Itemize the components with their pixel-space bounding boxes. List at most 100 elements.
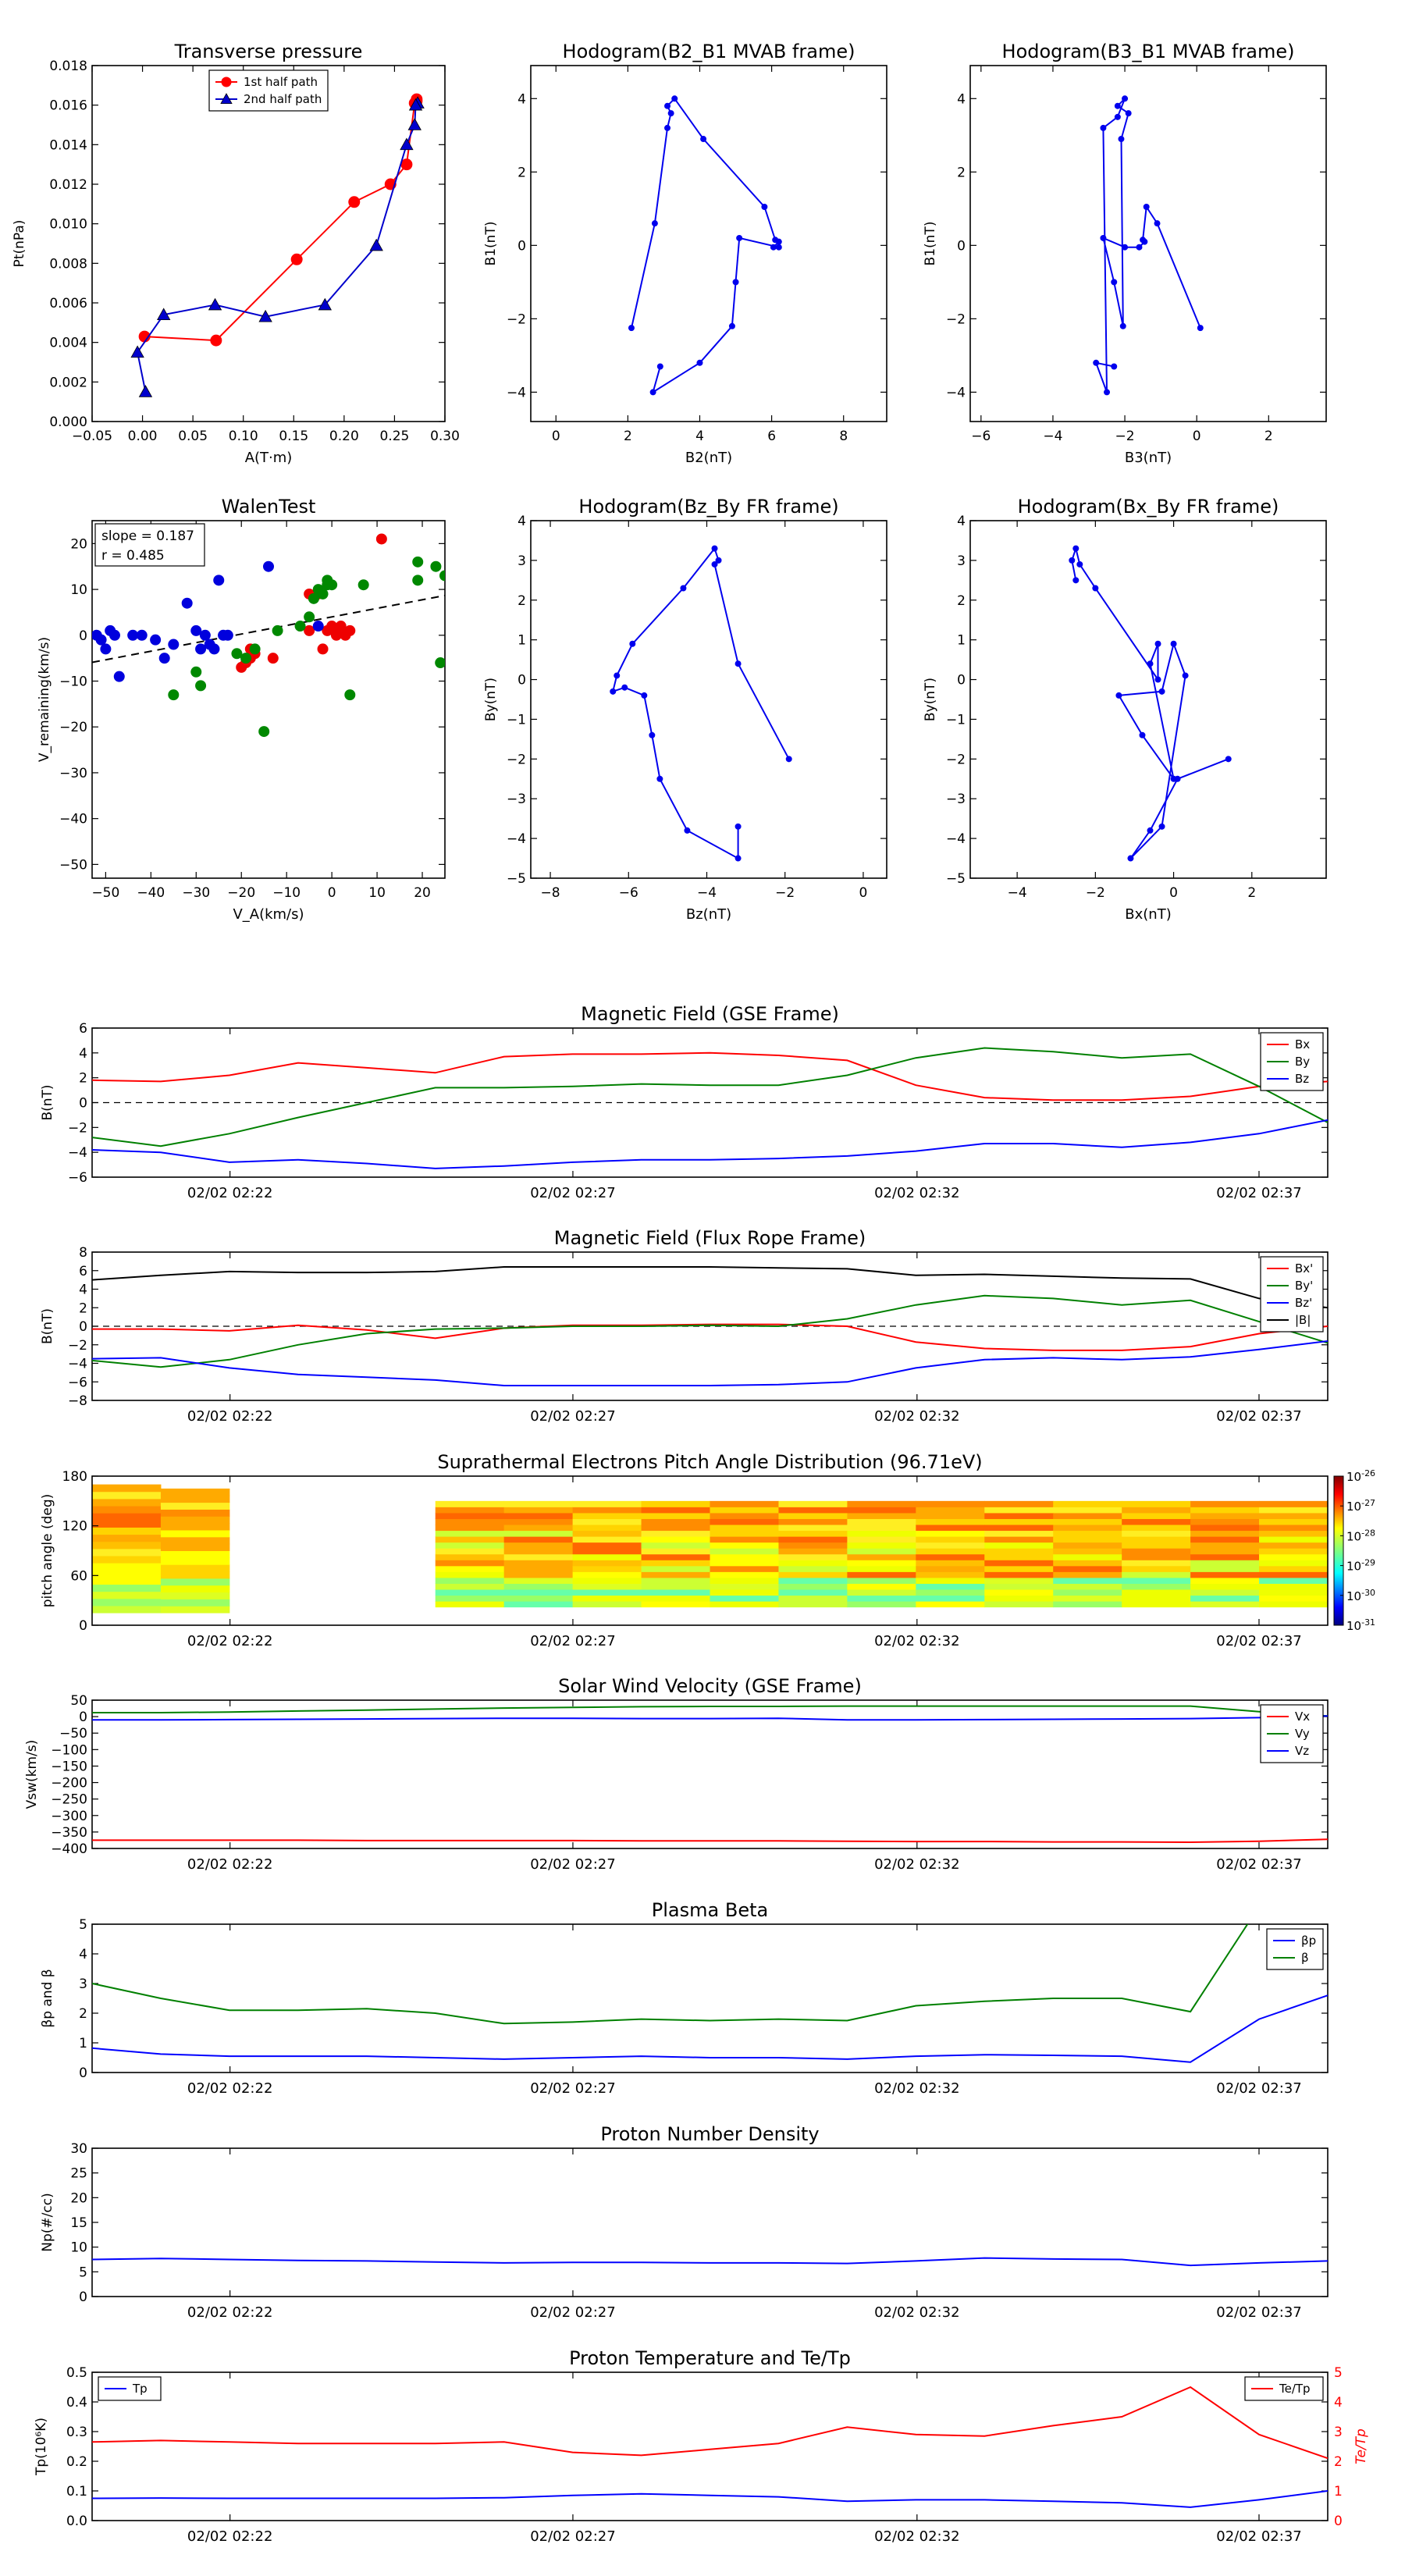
h31-path-point	[1111, 279, 1118, 286]
hxy-ytick-label: 3	[957, 553, 966, 569]
bgse-legend-label: Bx	[1295, 1037, 1310, 1051]
pad-heatmap-cell	[435, 1595, 505, 1602]
hxy-ytick-label: 1	[957, 633, 966, 649]
pad-xtick-label: 02/02 02:22	[187, 1633, 272, 1649]
vsw-series-vz	[92, 1715, 1328, 1721]
walen-data-point	[439, 570, 445, 582]
tp-xtick-label: 0.15	[279, 429, 308, 444]
pad-heatmap-cell	[710, 1601, 779, 1608]
beta-series-p	[92, 1994, 1328, 2063]
tp-legend-label: 2nd half path	[244, 92, 322, 106]
pad-heatmap-cell	[572, 1583, 642, 1590]
pad-heatmap-cell	[916, 1548, 985, 1555]
pad-heatmap-cell	[435, 1577, 505, 1584]
tp-legend-marker	[221, 76, 232, 87]
tpp-right-ytick-label: 1	[1334, 2484, 1343, 2500]
hxy-ytick-label: 4	[957, 514, 966, 529]
hxy-path-point	[1076, 560, 1083, 568]
pad-heatmap-cell	[92, 1484, 162, 1493]
pad-heatmap-cell	[778, 1553, 848, 1560]
tp-xlabel: A(T·m)	[245, 450, 293, 466]
pad-heatmap-cell	[1053, 1542, 1122, 1549]
hxy-path-point	[1170, 775, 1177, 782]
walen-ytick-label: −20	[59, 720, 87, 735]
pad-heatmap-cell	[1190, 1542, 1260, 1549]
np-xtick-label: 02/02 02:22	[187, 2304, 272, 2321]
pad-colorbar-label: 10-29	[1346, 1558, 1375, 1574]
pad-heatmap-cell	[778, 1536, 848, 1543]
pad-heatmap-cell	[1053, 1595, 1122, 1602]
pad-heatmap-cell	[1122, 1595, 1191, 1602]
pad-heatmap-cell	[916, 1560, 985, 1567]
h21-path-point	[728, 322, 735, 329]
pad-heatmap-cell	[847, 1560, 916, 1567]
beta-ytick-label: 2	[79, 2006, 87, 2022]
h21-path-point	[667, 110, 674, 117]
pad-heatmap-cell	[778, 1560, 848, 1567]
hzy-path-point	[680, 585, 687, 592]
vsw-ytick-label: −400	[51, 1841, 87, 1857]
vsw-ytick-label: −250	[51, 1792, 87, 1808]
hzy-ylabel: By(nT)	[483, 678, 499, 721]
tp-data-point	[290, 253, 303, 265]
np-xtick-label: 02/02 02:27	[530, 2304, 615, 2321]
pad-heatmap-cell	[984, 1583, 1054, 1590]
pad-colorbar-label: 10-31	[1346, 1617, 1375, 1633]
pad-heatmap-cell	[710, 1589, 779, 1596]
hxy-xlabel: Bx(nT)	[1125, 906, 1171, 923]
walen-data-point	[317, 643, 329, 655]
pad-heatmap-cell	[92, 1563, 162, 1571]
pad-heatmap-cell	[1259, 1565, 1328, 1572]
pad-heatmap-cell	[503, 1518, 574, 1525]
pad-heatmap-cell	[778, 1542, 848, 1549]
bgse-legend-label: By	[1295, 1055, 1310, 1069]
vsw-xtick-label: 02/02 02:37	[1216, 1856, 1301, 1873]
tpp-xtick-label: 02/02 02:32	[874, 2528, 959, 2545]
tpp-ytick-label: 0.1	[66, 2484, 87, 2500]
hzy-path-point	[641, 692, 648, 699]
pad-heatmap-cell	[710, 1500, 779, 1507]
pad-heatmap-cell	[1190, 1548, 1260, 1555]
hxy-path-point	[1092, 585, 1099, 592]
h21-ytick-label: 4	[518, 91, 526, 107]
pad-heatmap-cell	[1259, 1571, 1328, 1578]
pad-heatmap-cell	[984, 1542, 1054, 1549]
pad-heatmap-cell	[710, 1583, 779, 1590]
vsw-legend-label: Vz	[1295, 1744, 1309, 1758]
pad-heatmap-cell	[1122, 1525, 1191, 1532]
pad-heatmap-cell	[1122, 1542, 1191, 1549]
pad-heatmap-cell	[92, 1577, 162, 1585]
bfr-legend-label: Bx'	[1295, 1261, 1313, 1276]
pad-heatmap-cell	[984, 1536, 1054, 1543]
figure-canvas: Transverse pressure0.0000.0020.0040.0060…	[12, 41, 1375, 2545]
pad-colorbar-label: 10-27	[1346, 1498, 1375, 1514]
pad-heatmap-cell	[778, 1577, 848, 1584]
pad-heatmap-cell	[160, 1516, 230, 1524]
bfr-legend-label: By'	[1295, 1279, 1313, 1293]
bfr-xtick-label: 02/02 02:27	[530, 1408, 615, 1425]
vsw-ytick-label: 0	[79, 1710, 87, 1725]
pad-heatmap-cell	[1122, 1536, 1191, 1543]
hxy-path-point	[1139, 731, 1146, 738]
np-ytick-label: 5	[79, 2265, 87, 2280]
walen-data-point	[181, 597, 193, 609]
pad-heatmap-cell	[160, 1488, 230, 1496]
hzy-path-point	[735, 855, 742, 862]
pad-heatmap-cell	[1053, 1560, 1122, 1567]
pad-heatmap-cell	[984, 1548, 1054, 1555]
pad-heatmap-cell	[503, 1560, 574, 1567]
h31-ytick-label: 4	[957, 91, 966, 107]
h31-path-point	[1141, 238, 1148, 245]
walen-data-point	[335, 621, 347, 632]
hxy-ytick-label: −1	[946, 712, 966, 728]
pad-heatmap-cell	[1053, 1525, 1122, 1532]
hzy-path-point	[785, 756, 792, 763]
vsw-ytick-label: 50	[70, 1693, 87, 1709]
pad-heatmap-cell	[1190, 1507, 1260, 1514]
pad-heatmap-cell	[847, 1542, 916, 1549]
pad-heatmap-cell	[435, 1548, 505, 1555]
hzy-path-point	[621, 684, 628, 691]
pad-colorbar-label: 10-28	[1346, 1528, 1375, 1543]
pad-heatmap-cell	[847, 1525, 916, 1532]
hxy-path-point	[1127, 855, 1134, 862]
